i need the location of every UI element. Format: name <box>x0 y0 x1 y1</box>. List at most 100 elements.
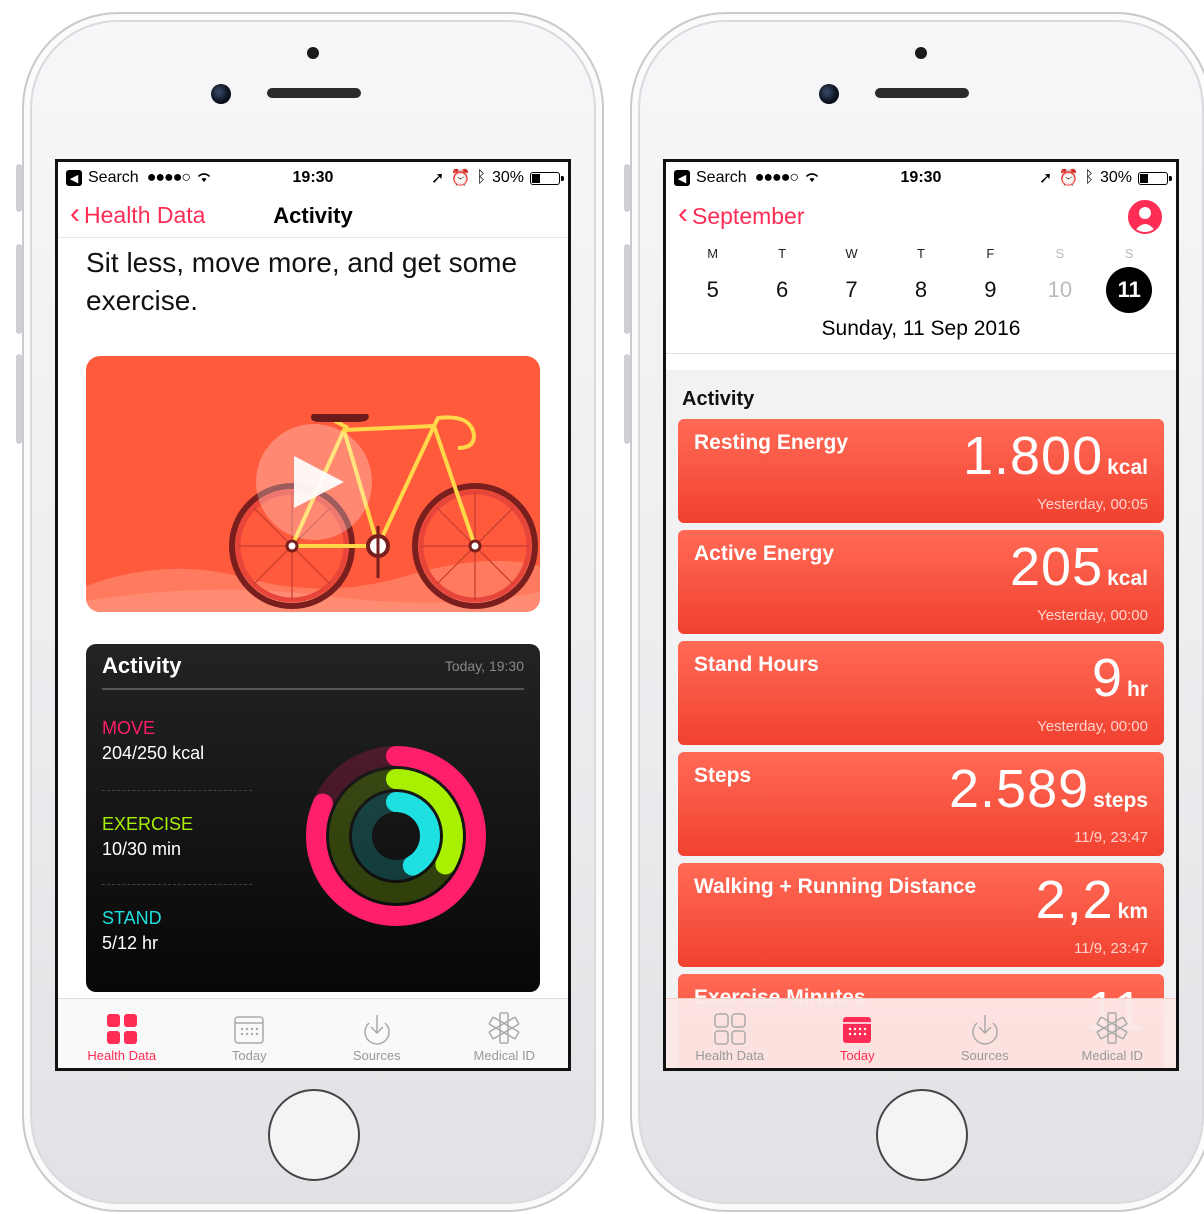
card-timestamp: Yesterday, 00:05 <box>1037 496 1148 513</box>
signal-icon: ●●●●○ <box>754 169 799 186</box>
week-date-strip: 5 6 7 8 9 10 11 <box>666 267 1176 313</box>
phone-right: ◀ Search ●●●●○ 19:30 ➚ ⏰ ᛒ 30% ‹ Septemb… <box>624 12 1204 1212</box>
earpiece-speaker <box>267 88 361 98</box>
card-timestamp: 11/9, 23:47 <box>1074 829 1148 846</box>
battery-percentage: 30% <box>1099 169 1132 186</box>
weekday-label: F <box>986 246 995 261</box>
tab-bar: Health Data Today Sources Medical ID <box>666 998 1176 1068</box>
play-icon[interactable] <box>256 424 372 540</box>
tab-label: Health Data <box>87 1048 157 1063</box>
exercise-label: EXERCISE <box>102 814 194 834</box>
weekday-label: T <box>778 246 787 261</box>
back-button[interactable]: ‹ September <box>678 199 805 231</box>
screen-today: ◀ Search ●●●●○ 19:30 ➚ ⏰ ᛒ 30% ‹ Septemb… <box>663 159 1179 1071</box>
weekday-label: S <box>1055 246 1065 261</box>
bicycle-video-card[interactable] <box>86 356 540 612</box>
card-stand-hours[interactable]: Stand Hours 9 hr Yesterday, 00:00 <box>678 641 1164 745</box>
weekday-label: W <box>845 246 858 261</box>
proximity-sensor <box>307 47 319 59</box>
bluetooth-icon: ᛒ <box>1084 169 1094 186</box>
exercise-value: 10/30 min <box>102 839 182 859</box>
card-active-energy[interactable]: Active Energy 205 kcal Yesterday, 00:00 <box>678 530 1164 634</box>
tab-sources[interactable]: Sources <box>921 999 1049 1068</box>
date-9[interactable]: 9 <box>956 277 1025 303</box>
card-timestamp: 11/9, 23:47 <box>1074 940 1148 957</box>
activity-rings <box>306 746 486 926</box>
activity-summary-card[interactable]: Activity Today, 19:30 MOVE 204/250 kcal … <box>86 644 540 992</box>
tab-label: Health Data <box>695 1048 765 1063</box>
card-value: 1.800 <box>962 426 1104 486</box>
tab-health-data[interactable]: Health Data <box>58 999 186 1068</box>
date-5[interactable]: 5 <box>678 277 747 303</box>
card-value: 2,2 <box>1035 870 1114 930</box>
tab-label: Today <box>839 1048 875 1063</box>
status-bar: ◀ Search ●●●●○ 19:30 ➚ ⏰ ᛒ 30% <box>58 162 568 194</box>
volume-down-button <box>16 354 22 444</box>
signal-icon: ●●●●○ <box>146 169 191 186</box>
status-carrier[interactable]: Search <box>88 169 139 187</box>
card-timestamp: Yesterday, 00:00 <box>1037 607 1148 624</box>
card-unit: hr <box>1127 678 1148 701</box>
proximity-sensor <box>915 47 927 59</box>
nav-bar: ‹ September <box>666 194 1176 238</box>
weekday-label: T <box>917 246 925 261</box>
move-metric: MOVE 204/250 kcal <box>102 718 252 764</box>
card-steps[interactable]: Steps 2.589 steps 11/9, 23:47 <box>678 752 1164 856</box>
back-button[interactable]: ‹ Health Data <box>70 196 205 231</box>
date-8[interactable]: 8 <box>886 277 955 303</box>
tab-label: Sources <box>960 1048 1009 1063</box>
date-7[interactable]: 7 <box>817 277 886 303</box>
card-timestamp: Yesterday, 00:00 <box>1037 718 1148 735</box>
card-walking-running-distance[interactable]: Walking + Running Distance 2,2 km 11/9, 2… <box>678 863 1164 967</box>
download-icon <box>364 1015 390 1045</box>
weekday-label: S <box>1124 246 1134 261</box>
status-carrier[interactable]: Search <box>696 169 747 187</box>
date-10[interactable]: 10 <box>1025 277 1094 303</box>
tab-today[interactable]: Today <box>794 999 922 1068</box>
activity-card-title: Activity <box>102 653 182 678</box>
silent-switch <box>624 164 630 212</box>
tab-sources[interactable]: Sources <box>313 999 441 1068</box>
week-day-labels: M T W T F S S <box>666 246 1176 261</box>
card-name: Stand Hours <box>694 653 819 676</box>
exercise-metric: EXERCISE 10/30 min <box>102 814 252 860</box>
section-title-activity: Activity <box>682 388 755 410</box>
profile-icon[interactable] <box>1128 200 1162 234</box>
weekday-label: M <box>707 246 719 261</box>
tab-label: Medical ID <box>1081 1048 1143 1063</box>
stand-metric: STAND 5/12 hr <box>102 908 252 954</box>
tab-bar: Health Data Today Sources Medical ID <box>58 998 568 1068</box>
stand-value: 5/12 hr <box>102 933 159 953</box>
tab-today[interactable]: Today <box>186 999 314 1068</box>
status-bar: ◀ Search ●●●●○ 19:30 ➚ ⏰ ᛒ 30% <box>666 162 1176 194</box>
download-icon <box>972 1015 998 1045</box>
battery-icon <box>1138 171 1172 185</box>
tab-medical-id[interactable]: Medical ID <box>441 999 569 1068</box>
intro-text: Sit less, move more, and get some exerci… <box>86 247 518 316</box>
back-to-app-icon[interactable]: ◀ <box>66 170 82 186</box>
card-name: Steps <box>694 764 752 787</box>
chevron-left-icon: ‹ <box>70 196 80 230</box>
wifi-icon <box>196 170 212 186</box>
date-11-selected[interactable]: 11 <box>1095 267 1164 313</box>
back-to-app-icon[interactable]: ◀ <box>674 170 690 186</box>
grid-icon <box>714 1013 746 1045</box>
home-button[interactable] <box>268 1089 360 1181</box>
card-unit: kcal <box>1107 456 1148 479</box>
card-unit: km <box>1117 900 1148 923</box>
metric-divider <box>102 790 252 791</box>
bicycle-illustration <box>86 414 540 612</box>
full-date-label: Sunday, 11 Sep 2016 <box>666 317 1176 354</box>
date-6[interactable]: 6 <box>747 277 816 303</box>
tab-label: Sources <box>352 1048 401 1063</box>
card-resting-energy[interactable]: Resting Energy 1.800 kcal Yesterday, 00:0… <box>678 419 1164 523</box>
location-icon: ➚ <box>431 170 445 187</box>
home-button[interactable] <box>876 1089 968 1181</box>
calendar-icon <box>843 1017 872 1043</box>
phone-left: ◀ Search ●●●●○ 19:30 ➚ ⏰ ᛒ 30% ‹ Health … <box>16 12 604 1212</box>
screen-health-data-activity: ◀ Search ●●●●○ 19:30 ➚ ⏰ ᛒ 30% ‹ Health … <box>55 159 571 1071</box>
tab-health-data[interactable]: Health Data <box>666 999 794 1068</box>
alarm-icon: ⏰ <box>1058 170 1079 187</box>
tab-medical-id[interactable]: Medical ID <box>1049 999 1177 1068</box>
tab-label: Medical ID <box>473 1048 535 1063</box>
